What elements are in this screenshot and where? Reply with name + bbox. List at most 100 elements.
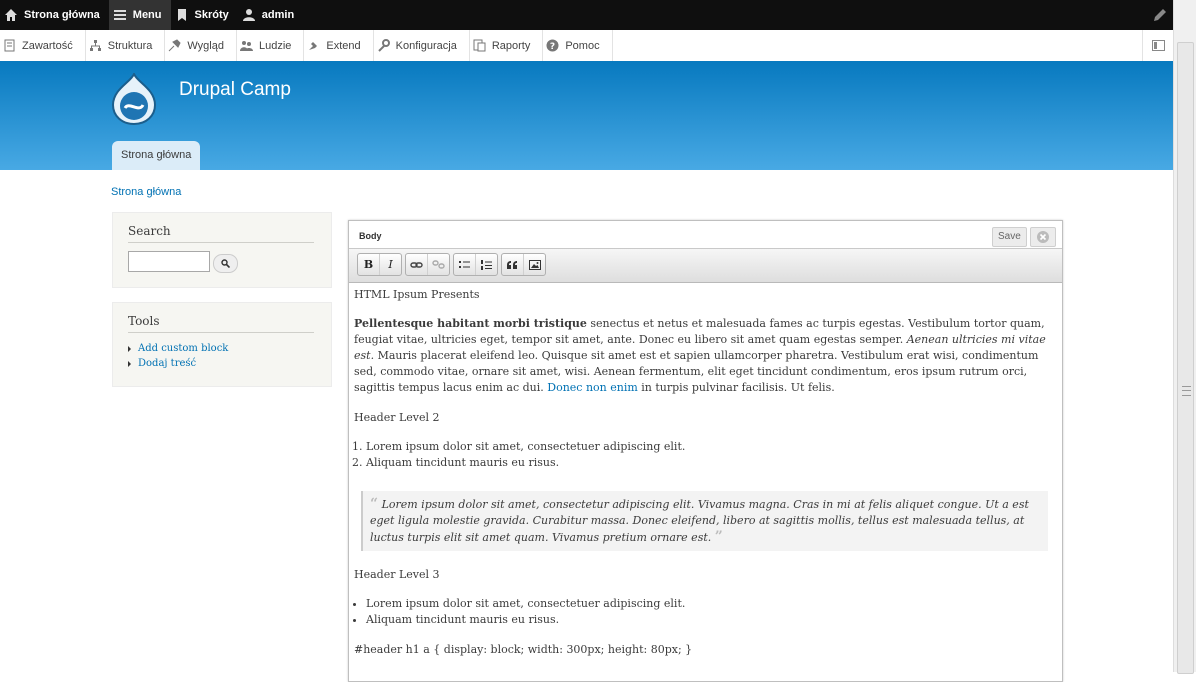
people-icon bbox=[239, 41, 253, 51]
image-icon bbox=[528, 259, 541, 270]
link-button[interactable] bbox=[406, 254, 427, 275]
tray-item-reports[interactable]: Raporty bbox=[470, 30, 544, 61]
search-icon bbox=[221, 259, 230, 268]
numbered-list-icon bbox=[481, 259, 492, 270]
editor-toolbar: B I bbox=[349, 249, 1062, 283]
site-name[interactable]: Drupal Camp bbox=[179, 79, 291, 101]
tools-block: Tools Add custom block Dodaj treść bbox=[112, 302, 332, 387]
list-item: Aliquam tincidunt mauris eu risus. bbox=[366, 612, 685, 628]
breadcrumb[interactable]: Strona główna bbox=[111, 186, 181, 198]
italic-button[interactable]: I bbox=[379, 254, 401, 275]
sidebar-toggle-icon bbox=[1152, 40, 1165, 51]
tray-item-appearance[interactable]: Wygląd bbox=[165, 30, 237, 61]
appearance-icon bbox=[169, 39, 181, 52]
config-icon bbox=[377, 39, 390, 52]
code-line: #header h1 a { display: block; width: 30… bbox=[354, 643, 693, 656]
drupal-logo[interactable] bbox=[111, 73, 157, 125]
tray-item-label: Pomoc bbox=[565, 39, 600, 52]
open-quote-icon: “ bbox=[370, 496, 379, 512]
content-paragraph-1: HTML Ipsum Presents bbox=[354, 288, 480, 301]
bullet-list-button[interactable] bbox=[454, 254, 475, 275]
close-quote-icon: ” bbox=[714, 529, 723, 545]
admin-tray: Zawartość Struktura Wygląd Ludzie Extend… bbox=[0, 30, 1174, 62]
list-group bbox=[453, 253, 498, 276]
list-item: Lorem ipsum dolor sit amet, consectetuer… bbox=[366, 596, 685, 612]
tools-list: Add custom block Dodaj treść bbox=[128, 342, 228, 372]
tray-item-label: Ludzie bbox=[258, 39, 292, 52]
search-block: Search bbox=[112, 212, 332, 288]
unordered-list: Lorem ipsum dolor sit amet, consectetuer… bbox=[354, 596, 685, 628]
list-item: Aliquam tincidunt mauris eu risus. bbox=[366, 455, 685, 471]
cancel-button[interactable] bbox=[1030, 227, 1056, 247]
tray-item-label: Struktura bbox=[107, 39, 153, 52]
tools-block-title: Tools bbox=[128, 314, 314, 333]
toolbar-menu-label: Menu bbox=[132, 9, 162, 21]
list-item: Lorem ipsum dolor sit amet, consectetuer… bbox=[366, 439, 685, 455]
content-icon bbox=[4, 39, 15, 52]
tray-item-config[interactable]: Konfiguracja bbox=[374, 30, 470, 61]
tray-item-label: Extend bbox=[326, 39, 361, 52]
toolbar-user[interactable]: admin bbox=[238, 0, 303, 30]
tray-item-people[interactable]: Ludzie bbox=[237, 30, 305, 61]
pencil-icon[interactable] bbox=[1152, 7, 1168, 23]
blockquote-text: Lorem ipsum dolor sit amet, consectetur … bbox=[370, 498, 1029, 544]
menu-icon bbox=[113, 10, 126, 20]
toolbar-home[interactable]: Strona główna bbox=[0, 0, 109, 30]
link-icon bbox=[410, 261, 423, 268]
structure-icon bbox=[89, 40, 101, 51]
bold-button[interactable]: B bbox=[358, 254, 379, 275]
page-scrollbar[interactable] bbox=[1173, 0, 1196, 674]
link-group bbox=[405, 253, 450, 276]
body-editor: Body Save B I HTML Ipsum Presents Pellen… bbox=[348, 220, 1063, 682]
search-button[interactable] bbox=[213, 254, 238, 273]
content-bold-text: Pellentesque habitant morbi tristique bbox=[354, 317, 587, 330]
bullet-list-icon bbox=[459, 261, 470, 268]
field-label: Body bbox=[359, 231, 382, 241]
ordered-list: Lorem ipsum dolor sit amet, consectetuer… bbox=[354, 439, 685, 471]
blockquote-icon bbox=[507, 260, 517, 269]
toolbar-menu[interactable]: Menu bbox=[108, 0, 171, 30]
tray-item-help[interactable]: ? Pomoc bbox=[543, 30, 613, 61]
help-icon: ? bbox=[546, 39, 559, 52]
tray-item-label: Konfiguracja bbox=[395, 39, 457, 52]
toolbar-shortcuts-label: Skróty bbox=[194, 9, 229, 21]
numbered-list-button[interactable] bbox=[475, 254, 497, 275]
content-paragraph-2: Pellentesque habitant morbi tristique se… bbox=[354, 316, 1049, 396]
toolbar-shortcuts[interactable]: Skróty bbox=[171, 0, 238, 30]
tools-link-add-content[interactable]: Dodaj treść bbox=[128, 357, 228, 370]
editor-header: Body Save bbox=[349, 221, 1062, 249]
content-link[interactable]: Donec non enim bbox=[547, 381, 638, 394]
bookmark-icon bbox=[177, 9, 186, 21]
blockquote-button[interactable] bbox=[502, 254, 523, 275]
tools-link-add-custom-block[interactable]: Add custom block bbox=[128, 342, 228, 355]
format-group: B I bbox=[357, 253, 402, 276]
unlink-icon bbox=[432, 260, 445, 269]
tray-orientation-toggle[interactable] bbox=[1142, 30, 1174, 61]
tray-item-label: Raporty bbox=[491, 39, 531, 52]
close-icon bbox=[1037, 231, 1049, 243]
site-header: Drupal Camp Strona główna bbox=[0, 61, 1174, 170]
content-text: in turpis pulvinar facilisis. Ut felis. bbox=[637, 381, 835, 394]
extend-icon bbox=[309, 42, 318, 50]
scrollbar-thumb[interactable] bbox=[1177, 42, 1194, 674]
insert-group bbox=[501, 253, 546, 276]
admin-toolbar: Strona główna Menu Skróty admin bbox=[0, 0, 1174, 30]
home-icon bbox=[5, 9, 17, 21]
blockquote: “ Lorem ipsum dolor sit amet, consectetu… bbox=[361, 491, 1048, 551]
tray-item-label: Wygląd bbox=[187, 39, 224, 52]
image-button[interactable] bbox=[523, 254, 545, 275]
tray-item-content[interactable]: Zawartość bbox=[0, 30, 86, 61]
search-input[interactable] bbox=[128, 251, 210, 272]
tray-item-structure[interactable]: Struktura bbox=[86, 30, 166, 61]
toolbar-user-label: admin bbox=[261, 9, 295, 21]
reports-icon bbox=[473, 39, 486, 52]
svg-text:?: ? bbox=[550, 42, 555, 52]
unlink-button[interactable] bbox=[427, 254, 449, 275]
tray-item-extend[interactable]: Extend bbox=[304, 30, 374, 61]
save-button[interactable]: Save bbox=[992, 227, 1027, 247]
header-level-3: Header Level 3 bbox=[354, 568, 440, 581]
user-icon bbox=[242, 9, 255, 21]
toolbar-home-label: Strona główna bbox=[24, 9, 100, 21]
scroll-grip-icon bbox=[1182, 386, 1191, 396]
tab-home[interactable]: Strona główna bbox=[112, 141, 201, 170]
